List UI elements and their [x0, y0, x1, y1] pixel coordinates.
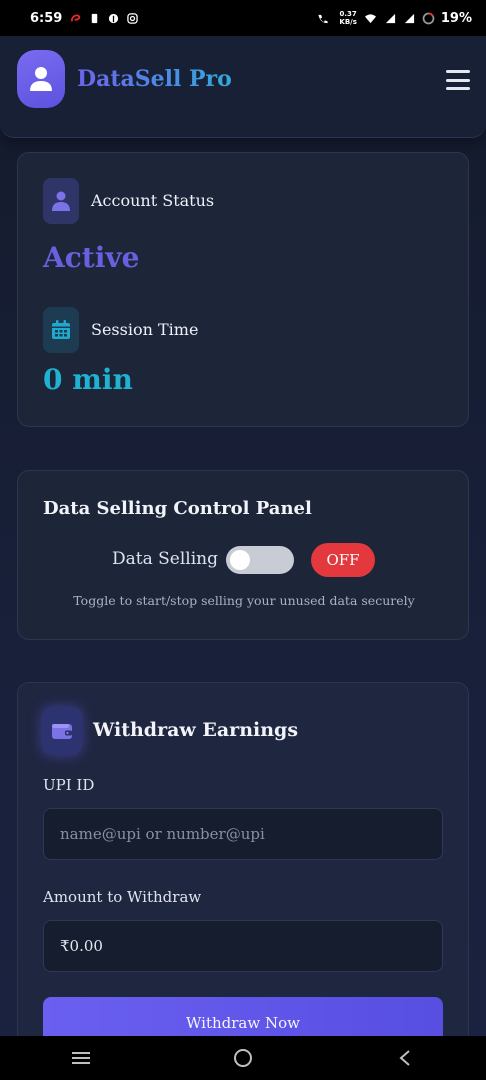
app-logo — [17, 50, 65, 108]
account-icon-box — [43, 178, 79, 224]
wallet-icon — [52, 724, 72, 739]
toggle-state-badge: OFF — [311, 543, 375, 577]
data-selling-toggle[interactable] — [226, 546, 294, 574]
net-speed-value: 0.37 — [339, 10, 357, 18]
account-status-value: Active — [43, 241, 140, 274]
recents-button[interactable] — [51, 1038, 111, 1078]
signal-icon-2 — [404, 13, 414, 23]
user-icon — [30, 67, 52, 91]
notification-icon — [92, 13, 98, 23]
menu-icon — [446, 70, 470, 73]
status-time: 6:59 — [30, 10, 63, 26]
account-status-label: Account Status — [91, 191, 215, 210]
toggle-knob — [230, 550, 250, 570]
back-button[interactable] — [375, 1038, 435, 1078]
calendar-icon — [52, 320, 70, 339]
data-selling-label: Data Selling — [112, 549, 218, 569]
wallet-icon-box — [42, 707, 82, 755]
volte-call-icon — [318, 14, 328, 23]
app-title: DataSell Pro — [77, 66, 232, 92]
user-icon — [52, 191, 70, 211]
instagram-icon — [127, 12, 139, 24]
home-button[interactable] — [213, 1038, 273, 1078]
menu-button[interactable] — [446, 70, 470, 90]
battery-ring-icon — [422, 12, 435, 24]
system-nav-bar — [0, 1036, 486, 1080]
status-bar: 6:59 0.37 KB/s 19% — [0, 0, 486, 36]
home-icon — [234, 1049, 252, 1067]
recents-icon — [72, 1052, 90, 1064]
amount-label: Amount to Withdraw — [43, 888, 202, 906]
back-icon — [399, 1050, 410, 1066]
wifi-icon — [364, 13, 376, 23]
session-time-label: Session Time — [91, 320, 199, 339]
toggle-hint: Toggle to start/stop selling your unused… — [73, 593, 415, 608]
session-icon-box — [43, 307, 79, 353]
upi-id-input[interactable] — [43, 808, 443, 860]
withdraw-title: Withdraw Earnings — [93, 719, 299, 741]
amount-input[interactable] — [43, 920, 443, 972]
signal-icon — [385, 13, 395, 23]
upi-id-label: UPI ID — [43, 776, 95, 794]
net-speed-unit: KB/s — [339, 18, 357, 26]
session-time-value: 0 min — [43, 363, 133, 396]
app-header: DataSell Pro — [0, 36, 486, 138]
battery-level: 19% — [440, 10, 472, 26]
control-panel-card: Data Selling Control Panel Data Selling … — [17, 470, 469, 640]
withdraw-card: Withdraw Earnings UPI ID Amount to Withd… — [17, 682, 469, 1062]
pinterest-icon — [109, 13, 119, 23]
control-panel-title: Data Selling Control Panel — [43, 498, 312, 519]
airtel-icon — [71, 14, 81, 21]
account-status-card: Account Status Active Session Time 0 min — [17, 152, 469, 427]
